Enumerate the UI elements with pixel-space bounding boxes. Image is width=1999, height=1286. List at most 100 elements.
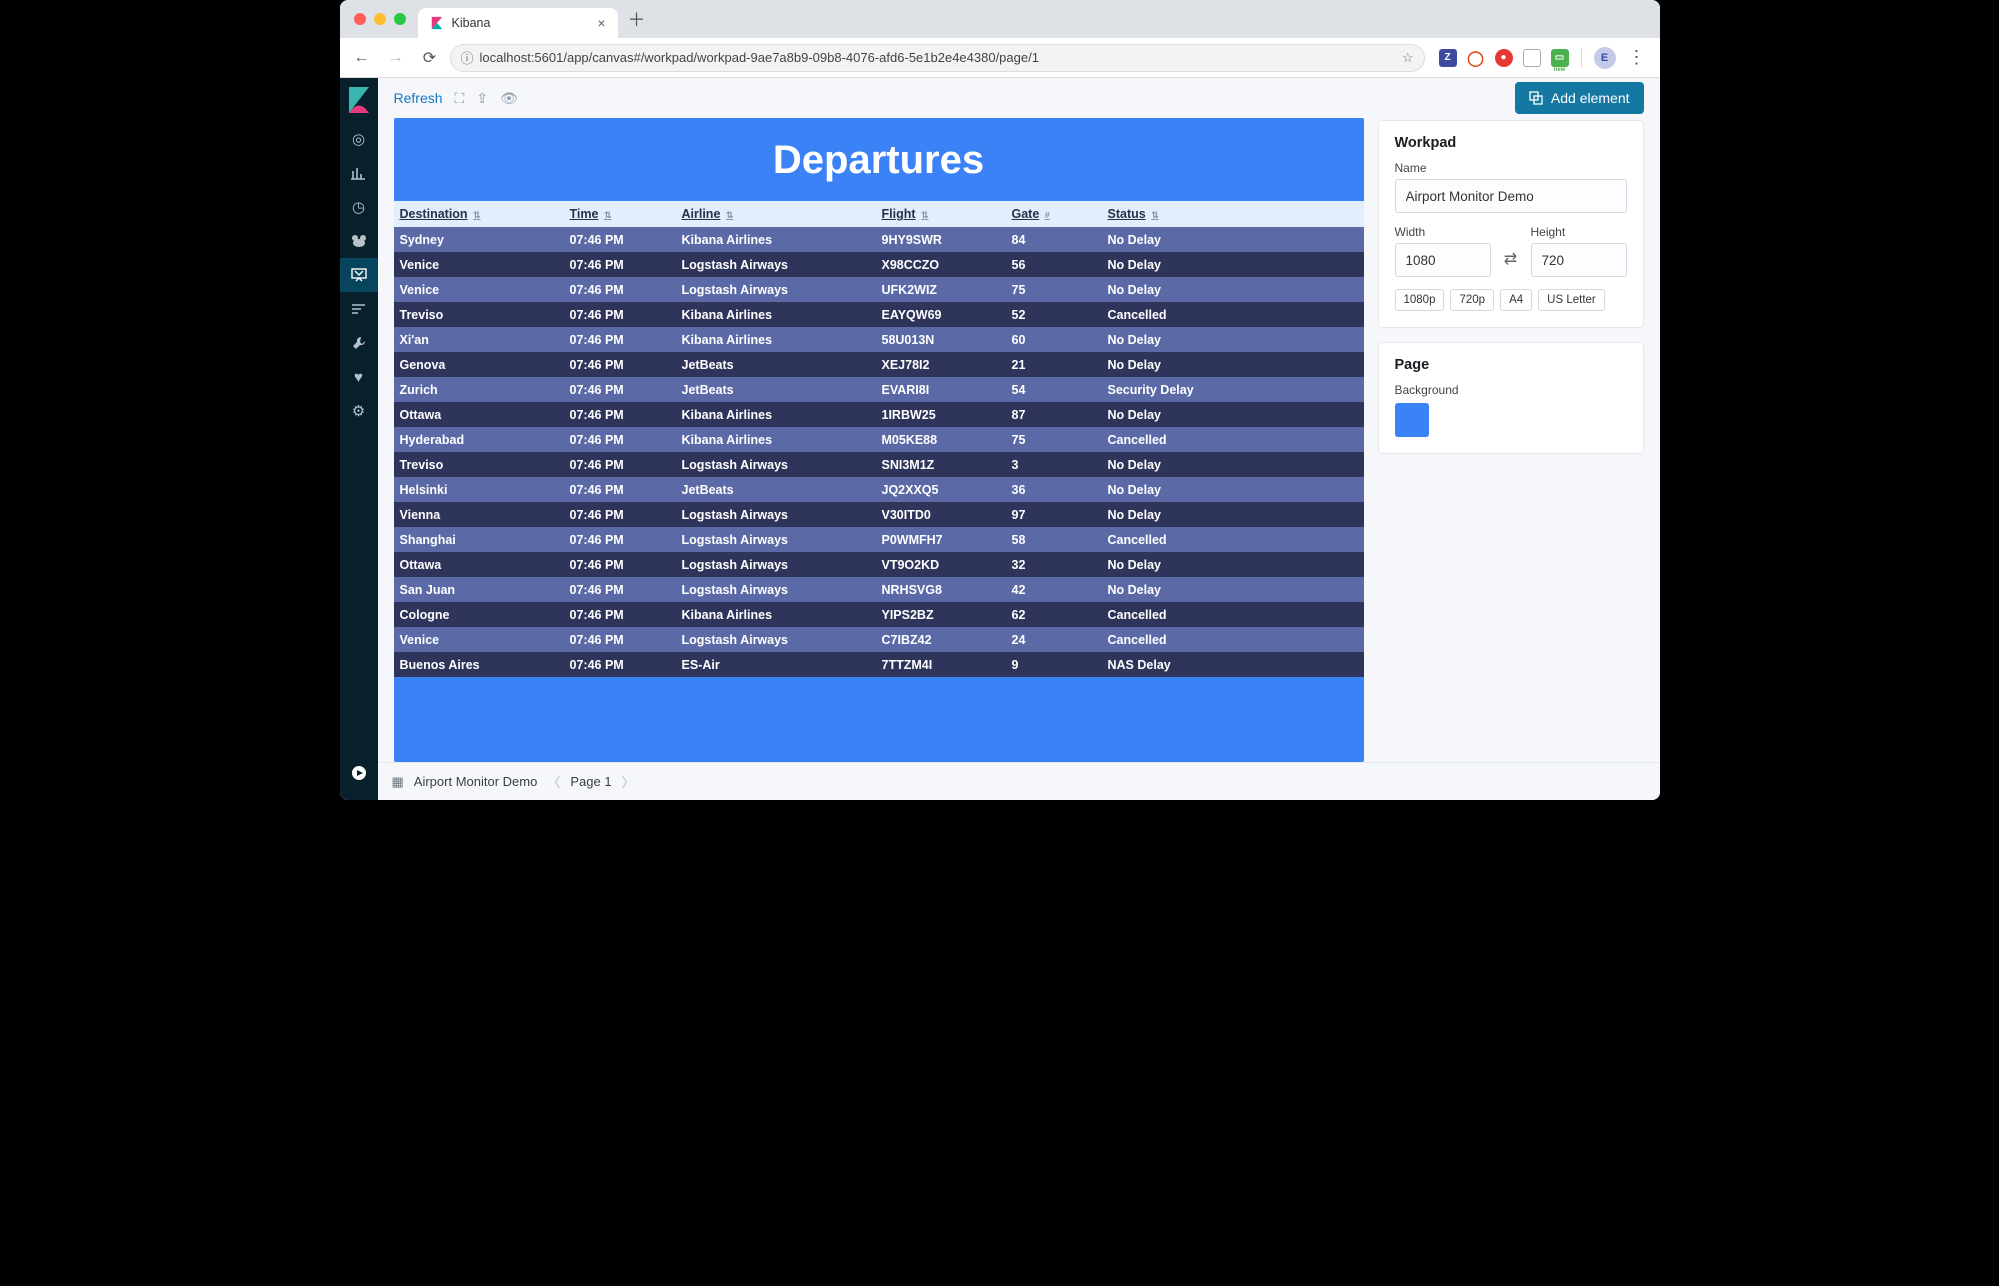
extension-opera-icon[interactable]: ◯ [1467, 49, 1485, 67]
cell-destination: Ottawa [394, 408, 564, 422]
cell-destination: Helsinki [394, 483, 564, 497]
add-element-button[interactable]: Add element [1515, 82, 1644, 114]
preset-row: 1080p720p A4 US Letter [1395, 289, 1627, 311]
page-grid-icon[interactable]: ▦ [392, 774, 404, 790]
refresh-button[interactable]: Refresh [394, 90, 443, 106]
col-status[interactable]: Status [1108, 207, 1146, 221]
extension-z-icon[interactable]: Z [1439, 49, 1457, 67]
reload-button[interactable]: ⟳ [416, 44, 444, 72]
cell-time: 07:46 PM [564, 283, 676, 297]
height-input[interactable] [1531, 243, 1627, 277]
bottom-page-label[interactable]: Page 1 [570, 774, 611, 789]
cell-airline: Logstash Airways [676, 583, 876, 597]
cell-destination: Shanghai [394, 533, 564, 547]
cell-time: 07:46 PM [564, 658, 676, 672]
col-airline[interactable]: Airline [682, 207, 721, 221]
address-bar[interactable]: ⓘ localhost:5601/app/canvas#/workpad/wor… [450, 44, 1425, 72]
table-row[interactable]: Helsinki07:46 PMJetBeatsJQ2XXQ536No Dela… [394, 477, 1364, 502]
cell-status: No Delay [1102, 408, 1364, 422]
table-row[interactable]: Xi'an07:46 PMKibana Airlines58U013N60No … [394, 327, 1364, 352]
cell-flight: P0WMFH7 [876, 533, 1006, 547]
content-area: Refresh ⛶ ⇪ 👁 Add element Departures Des… [378, 78, 1660, 800]
width-input[interactable] [1395, 243, 1491, 277]
cell-time: 07:46 PM [564, 308, 676, 322]
browser-tab[interactable]: Kibana × [418, 8, 618, 38]
extension-red-icon[interactable]: ● [1495, 49, 1513, 67]
table-row[interactable]: Sydney07:46 PMKibana Airlines9HY9SWR84No… [394, 227, 1364, 252]
sidebar-discover-icon[interactable]: ◎ [340, 122, 378, 156]
sidebar-visualize-icon[interactable] [340, 156, 378, 190]
sidebar-timelion-icon[interactable] [340, 224, 378, 258]
table-row[interactable]: Venice07:46 PMLogstash AirwaysC7IBZ4224C… [394, 627, 1364, 652]
col-flight[interactable]: Flight [882, 207, 916, 221]
table-row[interactable]: Genova07:46 PMJetBeatsXEJ78I221No Delay [394, 352, 1364, 377]
preset-a4[interactable]: A4 [1500, 289, 1532, 311]
col-destination[interactable]: Destination [400, 207, 468, 221]
export-icon[interactable]: ⇪ [476, 90, 488, 107]
sort-icon: ⇅ [473, 210, 481, 220]
table-row[interactable]: Venice07:46 PMLogstash AirwaysUFK2WIZ75N… [394, 277, 1364, 302]
table-row[interactable]: Zurich07:46 PMJetBeatsEVARI8I54Security … [394, 377, 1364, 402]
cell-time: 07:46 PM [564, 608, 676, 622]
preset-us-letter[interactable]: US Letter [1538, 289, 1605, 311]
background-swatch[interactable] [1395, 403, 1429, 437]
cell-status: No Delay [1102, 333, 1364, 347]
table-row[interactable]: Cologne07:46 PMKibana AirlinesYIPS2BZ62C… [394, 602, 1364, 627]
workpad-name-input[interactable] [1395, 179, 1627, 213]
sidebar-collapse-icon[interactable] [340, 756, 378, 790]
cell-airline: Logstash Airways [676, 283, 876, 297]
sidebar-monitoring-icon[interactable]: ♥ [340, 360, 378, 394]
fullscreen-icon[interactable]: ⛶ [455, 90, 465, 107]
table-row[interactable]: Treviso07:46 PMKibana AirlinesEAYQW6952C… [394, 302, 1364, 327]
cell-gate: 56 [1006, 258, 1102, 272]
cell-time: 07:46 PM [564, 233, 676, 247]
table-row[interactable]: Ottawa07:46 PMLogstash AirwaysVT9O2KD32N… [394, 552, 1364, 577]
table-row[interactable]: Shanghai07:46 PMLogstash AirwaysP0WMFH75… [394, 527, 1364, 552]
sidebar-canvas-icon[interactable] [340, 258, 378, 292]
table-row[interactable]: Treviso07:46 PMLogstash AirwaysSNI3M1Z3N… [394, 452, 1364, 477]
prev-page-icon[interactable]: 〈 [547, 772, 560, 791]
col-time[interactable]: Time [570, 207, 599, 221]
minimize-window-icon[interactable] [374, 13, 386, 25]
sidebar-ml-icon[interactable] [340, 292, 378, 326]
cell-flight: C7IBZ42 [876, 633, 1006, 647]
info-icon: ⓘ [461, 48, 474, 67]
cell-gate: 75 [1006, 433, 1102, 447]
browser-menu-icon[interactable]: ⋮ [1622, 47, 1652, 68]
cell-gate: 97 [1006, 508, 1102, 522]
table-row[interactable]: Ottawa07:46 PMKibana Airlines1IRBW2587No… [394, 402, 1364, 427]
close-tab-icon[interactable]: × [597, 15, 605, 31]
swap-dimensions-icon[interactable]: ⇄ [1499, 243, 1523, 277]
new-tab-button[interactable]: ＋ [624, 6, 650, 32]
departures-title: Departures [394, 118, 1364, 201]
back-button[interactable]: ← [348, 44, 376, 72]
table-header: Destination ⇅ Time ⇅ Airline ⇅ Flight ⇅ … [394, 201, 1364, 227]
extension-green-icon[interactable]: ▭ [1551, 49, 1569, 67]
cell-airline: Logstash Airways [676, 558, 876, 572]
maximize-window-icon[interactable] [394, 13, 406, 25]
cell-airline: JetBeats [676, 383, 876, 397]
preset-1080p[interactable]: 1080p [1395, 289, 1445, 311]
col-gate[interactable]: Gate [1012, 207, 1040, 221]
table-row[interactable]: Hyderabad07:46 PMKibana AirlinesM05KE887… [394, 427, 1364, 452]
canvas-stage[interactable]: Departures Destination ⇅ Time ⇅ Airline … [394, 118, 1364, 762]
cell-gate: 75 [1006, 283, 1102, 297]
eye-icon[interactable]: 👁 [500, 90, 518, 107]
table-row[interactable]: San Juan07:46 PMLogstash AirwaysNRHSVG84… [394, 577, 1364, 602]
sidebar-management-icon[interactable]: ⚙ [340, 394, 378, 428]
close-window-icon[interactable] [354, 13, 366, 25]
cell-status: No Delay [1102, 558, 1364, 572]
table-row[interactable]: Venice07:46 PMLogstash AirwaysX98CCZO56N… [394, 252, 1364, 277]
next-page-icon[interactable]: 〉 [622, 772, 635, 791]
preset-720p[interactable]: 720p [1450, 289, 1494, 311]
table-row[interactable]: Buenos Aires07:46 PMES-Air7TTZM4I9NAS De… [394, 652, 1364, 677]
extension-square-icon[interactable] [1523, 49, 1541, 67]
sidebar-devtools-icon[interactable] [340, 326, 378, 360]
table-row[interactable]: Vienna07:46 PMLogstash AirwaysV30ITD097N… [394, 502, 1364, 527]
forward-button[interactable]: → [382, 44, 410, 72]
kibana-logo[interactable] [340, 78, 378, 122]
sidebar-dashboard-icon[interactable]: ◷ [340, 190, 378, 224]
star-icon[interactable]: ☆ [1402, 50, 1414, 66]
profile-avatar[interactable]: E [1594, 47, 1616, 69]
bottom-workpad-name[interactable]: Airport Monitor Demo [414, 774, 538, 789]
